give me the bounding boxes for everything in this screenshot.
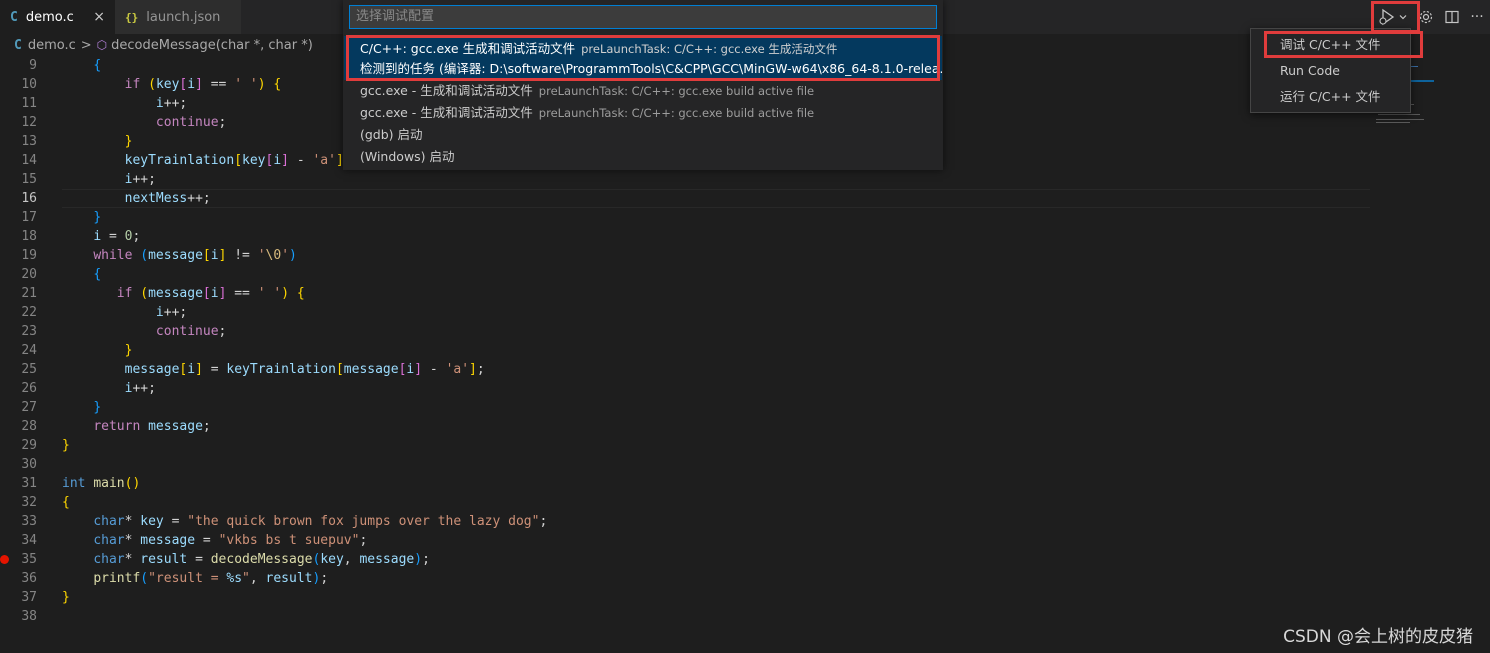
quickpick-item[interactable]: gcc.exe - 生成和调试活动文件 preLaunchTask: C/C++:…	[344, 80, 942, 102]
highlight-box	[1264, 31, 1423, 58]
line-number: 13	[21, 134, 37, 149]
watermark: CSDN @会上树的皮皮猪	[1283, 627, 1473, 647]
code-line: }	[93, 210, 102, 225]
line-number: 20	[21, 267, 37, 282]
code-line: while (message[i] != '\0')	[93, 248, 297, 263]
gear-icon	[1419, 10, 1433, 24]
method-cube-icon: ⬡	[96, 38, 108, 52]
code-line: nextMess++;	[124, 191, 211, 206]
menu-item-run-code[interactable]: Run Code	[1251, 59, 1410, 83]
line-number: 25	[21, 362, 37, 377]
quickpick-item-label: gcc.exe - 生成和调试活动文件	[360, 83, 533, 98]
quickpick-item-label: gcc.exe - 生成和调试活动文件	[360, 105, 533, 120]
close-icon[interactable]: ×	[93, 9, 105, 25]
line-number: 11	[21, 96, 37, 111]
code-line: if (key[i] == ' ') {	[124, 77, 282, 92]
line-number: 32	[21, 495, 37, 510]
highlight-box	[346, 35, 940, 81]
code-line: {	[93, 58, 102, 73]
code-line: i = 0;	[93, 229, 141, 244]
code-line: if (message[i] == ' ') {	[116, 286, 305, 301]
tab-launch-json[interactable]: {} launch.json	[115, 0, 241, 34]
code-line: keyTrainlation[key[i] - 'a']	[124, 153, 344, 168]
quickpick-item[interactable]: (gdb) 启动	[344, 124, 942, 146]
line-number: 28	[21, 419, 37, 434]
code-line: i++;	[155, 96, 188, 111]
line-number: 30	[21, 457, 37, 472]
line-number: 9	[29, 58, 37, 73]
line-number: 15	[21, 172, 37, 187]
line-number: 10	[21, 77, 37, 92]
quickpick-item[interactable]: (Windows) 启动	[344, 146, 942, 168]
tab-demo-c[interactable]: C demo.c ×	[0, 0, 115, 34]
line-number: 34	[21, 533, 37, 548]
debug-config-input[interactable]: 选择调试配置	[349, 5, 937, 29]
more-actions-button[interactable]: ···	[1467, 7, 1487, 27]
debug-config-quickpick: 选择调试配置 C/C++: gcc.exe 生成和调试活动文件 preLaunch…	[343, 0, 943, 170]
line-number: 31	[21, 476, 37, 491]
code-line: char* result = decodeMessage(key, messag…	[93, 552, 430, 567]
code-line: return message;	[93, 419, 211, 434]
split-editor-icon	[1445, 10, 1459, 24]
c-file-icon: C	[10, 9, 18, 25]
line-number: 35	[21, 552, 37, 567]
code-line: i++;	[155, 305, 188, 320]
line-number: 29	[21, 438, 37, 453]
line-number: 16	[21, 191, 37, 206]
line-number: 19	[21, 248, 37, 263]
menu-item-run-c-file[interactable]: 运行 C/C++ 文件	[1251, 85, 1410, 109]
breadcrumb-separator: >	[80, 37, 92, 53]
code-line: }	[62, 438, 70, 453]
code-line: char* key = "the quick brown fox jumps o…	[93, 514, 548, 529]
tab-label: demo.c	[25, 9, 74, 25]
quickpick-item-desc: preLaunchTask: C/C++: gcc.exe build acti…	[538, 84, 815, 98]
line-number: 14	[21, 153, 37, 168]
code-line: {	[62, 495, 70, 510]
breadcrumb-symbol[interactable]: decodeMessage(char *, char *)	[111, 38, 313, 53]
code-line: continue;	[155, 324, 227, 339]
code-line: }	[124, 134, 133, 149]
line-number: 36	[21, 571, 37, 586]
code-line: }	[93, 400, 102, 415]
line-number: 38	[21, 609, 37, 624]
c-file-icon: C	[14, 37, 22, 53]
quickpick-item-label: (Windows) 启动	[360, 149, 455, 164]
code-line: int main()	[62, 476, 141, 491]
line-number: 22	[21, 305, 37, 320]
tab-label: launch.json	[146, 9, 221, 25]
line-number: 12	[21, 115, 37, 130]
code-line: i++;	[124, 381, 156, 396]
quickpick-item-label: (gdb) 启动	[360, 127, 423, 142]
code-line: printf("result = %s", result);	[93, 571, 329, 586]
json-file-icon: {}	[125, 10, 139, 24]
line-number: 37	[21, 590, 37, 605]
quickpick-item[interactable]: gcc.exe - 生成和调试活动文件 preLaunchTask: C/C++:…	[344, 102, 942, 124]
line-number: 26	[21, 381, 37, 396]
line-number: 17	[21, 210, 37, 225]
code-line: }	[124, 343, 133, 358]
breadcrumb-file[interactable]: demo.c	[28, 38, 76, 53]
split-editor-button[interactable]	[1442, 7, 1462, 27]
code-line: {	[93, 267, 102, 282]
code-line: continue;	[155, 115, 227, 130]
highlight-box	[1371, 1, 1420, 33]
line-number: 23	[21, 324, 37, 339]
code-line: }	[62, 590, 70, 605]
line-number: 33	[21, 514, 37, 529]
current-line-highlight	[62, 189, 1370, 208]
quickpick-item-desc: preLaunchTask: C/C++: gcc.exe build acti…	[538, 106, 815, 120]
code-line: char* message = "vkbs bs t suepuv";	[93, 533, 368, 548]
line-number: 18	[21, 229, 37, 244]
line-number: 24	[21, 343, 37, 358]
code-line: message[i] = keyTrainlation[message[i] -…	[124, 362, 485, 377]
line-number: 27	[21, 400, 37, 415]
code-line: i++;	[124, 172, 156, 187]
line-number: 21	[21, 286, 37, 301]
